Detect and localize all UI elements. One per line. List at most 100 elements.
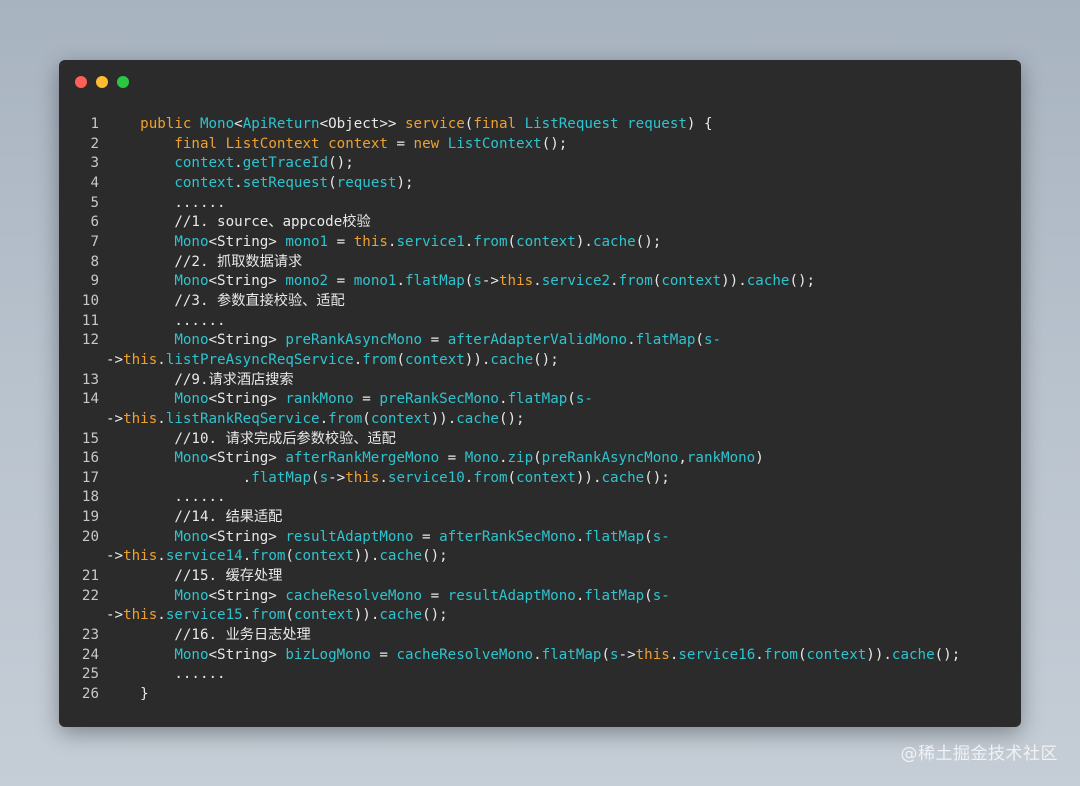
line-text: //15. 缓存处理	[99, 567, 282, 587]
code-token: ();	[533, 351, 559, 368]
code-token: .	[319, 410, 329, 427]
window-controls	[75, 76, 129, 88]
code-token: ListContext	[447, 135, 542, 152]
code-token: context	[516, 469, 576, 486]
line-text: //9.请求酒店搜索	[99, 371, 293, 391]
code-line-wrap: ->this.service15.from(context)).cache();	[59, 606, 1021, 626]
code-line-wrap: ->this.listPreAsyncReqService.from(conte…	[59, 351, 1021, 371]
line-text: ......	[99, 312, 225, 332]
code-token: .	[627, 332, 636, 349]
code-token: .	[234, 174, 243, 191]
code-token: bizLogMono	[285, 646, 371, 663]
code-window: 1 public Mono<ApiReturn<Object>> service…	[59, 60, 1021, 727]
code-line: 10 //3. 参数直接校验、适配	[59, 292, 1021, 312]
close-dot-icon[interactable]	[75, 76, 87, 88]
code-token: flatMap	[405, 273, 465, 290]
code-token: cache	[490, 351, 534, 368]
code-line: 11 ......	[59, 312, 1021, 332]
line-text: ......	[99, 194, 225, 214]
code-token: .	[379, 469, 388, 486]
code-token: this	[635, 646, 670, 663]
code-token: ();	[789, 273, 816, 290]
code-token: cache	[746, 273, 790, 290]
line-number: 9	[90, 273, 99, 290]
line-number: 21	[81, 568, 99, 585]
code-token: this	[353, 233, 388, 250]
line-text: //1. source、appcode校验	[99, 213, 370, 233]
code-token: from	[362, 351, 397, 368]
code-token: from	[251, 548, 286, 565]
code-token: =	[413, 528, 440, 545]
code-token: public	[140, 116, 192, 132]
code-token: from	[251, 607, 286, 624]
code-token: (	[507, 233, 517, 250]
code-token: this	[123, 607, 158, 624]
code-line: 18 ......	[59, 488, 1021, 508]
line-text: ->this.listRankReqService.from(context))…	[99, 410, 525, 430]
minimize-dot-icon[interactable]	[96, 76, 108, 88]
code-token: )).	[721, 273, 747, 290]
code-line: 14 Mono<String> rankMono = preRankSecMon…	[59, 390, 1021, 410]
code-token: .	[396, 273, 405, 290]
code-token: context	[293, 548, 354, 565]
code-token: cache	[891, 646, 935, 663]
line-text: //10. 请求完成后参数校验、适配	[99, 430, 396, 450]
code-line: 17 .flatMap(s->this.service10.from(conte…	[59, 469, 1021, 489]
code-line-wrap: ->this.listRankReqService.from(context))…	[59, 410, 1021, 430]
code-token: from	[473, 233, 508, 250]
code-token: this	[123, 548, 158, 565]
code-token: s	[319, 469, 329, 486]
code-token: ();	[635, 233, 662, 250]
code-token: ();	[422, 607, 448, 624]
line-number: 22	[81, 587, 99, 604]
maximize-dot-icon[interactable]	[117, 76, 129, 88]
line-number: 6	[90, 214, 99, 231]
code-token: .	[157, 351, 166, 368]
code-token: service14	[165, 548, 243, 565]
code-token: .	[242, 548, 252, 565]
code-token: context	[174, 155, 235, 172]
code-token: this	[123, 410, 158, 427]
line-text: Mono<String> rankMono = preRankSecMono.f…	[99, 390, 593, 410]
code-token: <String>	[208, 273, 286, 290]
code-token: this	[345, 469, 380, 486]
code-token: ......	[106, 666, 226, 683]
code-token: =	[328, 273, 354, 290]
code-token: context	[174, 174, 235, 191]
code-line: 21 //15. 缓存处理	[59, 567, 1021, 587]
code-token: <String>	[208, 646, 286, 663]
code-token: mono1	[353, 273, 397, 290]
code-line: 3 context.getTraceId();	[59, 154, 1021, 174]
code-token: ();	[934, 646, 961, 663]
code-token: Mono	[174, 450, 209, 467]
code-token: ();	[422, 548, 448, 565]
code-token: context	[328, 135, 388, 152]
code-token: (	[644, 528, 653, 545]
code-token: ......	[106, 489, 226, 506]
code-token: context	[293, 607, 354, 624]
code-token: Mono	[199, 116, 235, 132]
code-token: ->	[106, 607, 124, 624]
code-token: <String>	[208, 391, 286, 408]
line-text: Mono<String> preRankAsyncMono = afterAda…	[99, 331, 721, 351]
code-token: resultAdaptMono	[447, 587, 576, 604]
line-text: }	[99, 685, 149, 705]
code-line: 1 public Mono<ApiReturn<Object>> service…	[59, 115, 1021, 135]
code-block: 1 public Mono<ApiReturn<Object>> service…	[59, 115, 1021, 705]
code-token: ,	[678, 450, 687, 467]
line-number: 1	[90, 116, 99, 132]
code-token: final	[473, 116, 517, 132]
code-line: 15 //10. 请求完成后参数校验、适配	[59, 430, 1021, 450]
code-token: (	[285, 607, 294, 624]
code-line: 25 ......	[59, 665, 1021, 685]
line-number: 15	[81, 430, 99, 447]
code-token: context	[516, 233, 576, 250]
